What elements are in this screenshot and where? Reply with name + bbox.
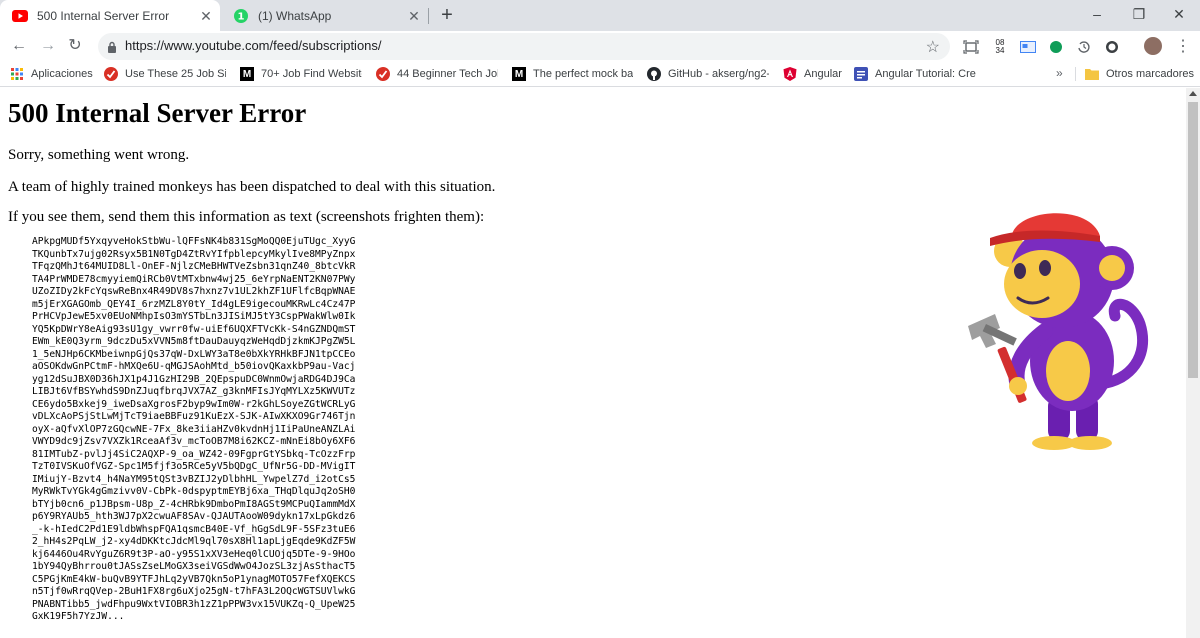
bookmark-label: GitHub - akserg/ng2-	[668, 68, 769, 80]
url-text: https://www.youtube.com/feed/subscriptio…	[125, 38, 382, 53]
tab-separator	[428, 8, 429, 24]
medium-m-icon: M	[240, 67, 254, 81]
bookmark-angular-tutorial[interactable]: Angular Tutorial: Cre	[854, 66, 976, 82]
close-tab-icon[interactable]: ✕	[406, 8, 422, 24]
profile-avatar[interactable]	[1144, 37, 1162, 55]
monkeys-message: A team of highly trained monkeys has bee…	[8, 179, 496, 195]
bookmark-label: The perfect mock ba	[533, 68, 634, 80]
bookmark-label: Angular Tutorial: Cre	[875, 68, 976, 80]
red-check-icon	[104, 67, 118, 81]
screen-capture-icon[interactable]	[961, 37, 981, 57]
monkey-mechanic-illustration	[968, 213, 1149, 450]
bookmark-mock-backend[interactable]: M The perfect mock ba	[512, 66, 634, 82]
youtube-icon	[12, 8, 28, 24]
lock-icon	[106, 40, 118, 53]
back-button[interactable]: ←	[9, 36, 29, 56]
error-info-text[interactable]: APkpgMUDf5YxqyveHokStbWu-lQFFsNK4b831SgM…	[32, 236, 355, 624]
bookmarks-bar: Aplicaciones Use These 25 Job Sit M 70+ …	[0, 61, 1200, 87]
bookmark-job-find-websites[interactable]: M 70+ Job Find Website	[240, 66, 362, 82]
new-tab-button[interactable]: +	[437, 5, 457, 25]
sorry-message: Sorry, something went wrong.	[8, 147, 190, 163]
clock-extension[interactable]: 08 34	[990, 37, 1010, 57]
bookmark-label: Otros marcadores	[1106, 68, 1195, 80]
reload-button[interactable]: ↻	[65, 36, 85, 56]
bookmark-label: 44 Beginner Tech Job	[397, 68, 498, 80]
bookmark-github[interactable]: GitHub - akserg/ng2-	[647, 66, 769, 82]
svg-text:1: 1	[238, 11, 245, 22]
bookmark-apps[interactable]: Aplicaciones	[10, 66, 100, 82]
green-leaf-extension-icon[interactable]	[1046, 37, 1066, 57]
bookmark-angular[interactable]: Angular	[783, 66, 845, 82]
send-info-message: If you see them, send them this informat…	[8, 209, 485, 225]
page-scrollbar[interactable]	[1186, 88, 1200, 638]
bookmark-label: Aplicaciones	[31, 68, 93, 80]
apps-grid-icon	[10, 67, 24, 81]
tab-title: 500 Internal Server Error	[37, 8, 170, 23]
whatsapp-icon: 1	[233, 8, 249, 24]
bookmark-label: Angular	[804, 68, 842, 80]
minimize-button[interactable]: –	[1076, 0, 1118, 31]
folder-icon	[1085, 67, 1099, 81]
k-extension-icon[interactable]	[1102, 37, 1122, 57]
blog-icon	[854, 67, 868, 81]
bookmark-label: 70+ Job Find Website	[261, 68, 362, 80]
history-extension-icon[interactable]	[1074, 37, 1094, 57]
chrome-menu-icon[interactable]: ⋮	[1175, 36, 1191, 56]
forward-button[interactable]: →	[38, 36, 58, 56]
github-icon	[647, 67, 661, 81]
scroll-up-arrow-icon[interactable]	[1189, 91, 1197, 96]
medium-m-icon: M	[512, 67, 526, 81]
other-bookmarks-folder[interactable]: Otros marcadores	[1085, 66, 1197, 82]
clock-minutes: 34	[995, 46, 1005, 55]
bookmark-beginner-tech-jobs[interactable]: 44 Beginner Tech Job	[376, 66, 498, 82]
tab-title: (1) WhatsApp	[258, 8, 332, 23]
tab-whatsapp[interactable]: 1 (1) WhatsApp ✕	[221, 0, 428, 31]
close-window-button[interactable]: ✕	[1158, 0, 1200, 31]
bookmark-job-sites[interactable]: Use These 25 Job Sit	[104, 66, 226, 82]
address-bar[interactable]: https://www.youtube.com/feed/subscriptio…	[98, 33, 950, 60]
bookmarks-separator	[1075, 67, 1076, 81]
maximize-button[interactable]: ❐	[1118, 0, 1160, 31]
page-title: 500 Internal Server Error	[8, 98, 307, 128]
red-check-icon	[376, 67, 390, 81]
bookmark-star-icon[interactable]: ☆	[926, 37, 940, 57]
tab-strip: 500 Internal Server Error ✕ 1 (1) WhatsA…	[0, 0, 1200, 31]
bookmark-label: Use These 25 Job Sit	[125, 68, 226, 80]
angular-icon	[783, 67, 797, 81]
more-bookmarks-button[interactable]: »	[1056, 66, 1063, 80]
page-viewport: 500 Internal Server Error Sorry, somethi…	[0, 88, 1186, 638]
image-extension-icon[interactable]	[1018, 37, 1038, 57]
close-tab-icon[interactable]: ✕	[198, 8, 214, 24]
scroll-thumb[interactable]	[1188, 102, 1198, 378]
browser-toolbar: ← → ↻ https://www.youtube.com/feed/subsc…	[0, 31, 1200, 61]
tab-youtube-error[interactable]: 500 Internal Server Error ✕	[0, 0, 220, 31]
